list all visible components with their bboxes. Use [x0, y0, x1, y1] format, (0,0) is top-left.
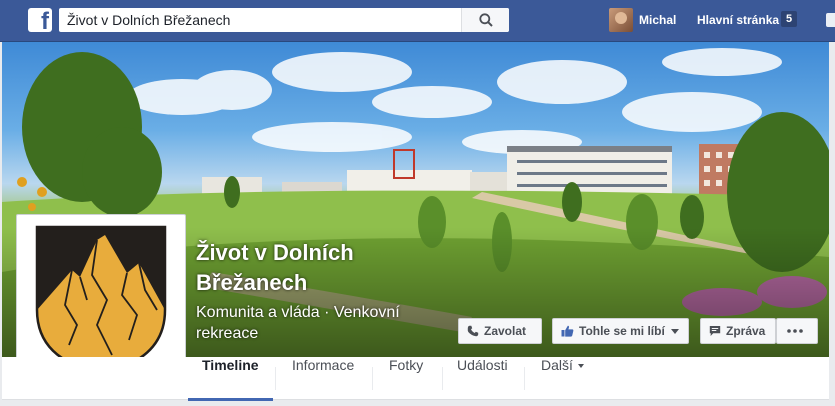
message-label: Zpráva — [726, 324, 766, 338]
tab-udalosti[interactable]: Události — [443, 357, 522, 400]
page-tab-bar: Timeline Informace Fotky Události Další — [2, 357, 829, 401]
tab-divider — [524, 367, 525, 390]
like-button[interactable]: Tohle se mi líbí — [552, 318, 689, 344]
topbar-edge-button[interactable] — [826, 13, 835, 27]
more-button[interactable] — [776, 318, 818, 344]
page-category[interactable]: Komunita a vláda · Venkovní rekreace — [196, 302, 436, 344]
search-icon — [479, 13, 493, 27]
tab-informace[interactable]: Informace — [278, 357, 368, 400]
search-button[interactable] — [461, 8, 509, 32]
search-box[interactable] — [59, 8, 509, 32]
like-label: Tohle se mi líbí — [579, 324, 665, 338]
call-button[interactable]: Zavolat — [458, 318, 542, 344]
tab-divider — [372, 367, 373, 390]
message-button[interactable]: Zpráva — [700, 318, 776, 344]
page-title[interactable]: Život v Dolních Břežanech — [196, 238, 426, 298]
facebook-logo-icon[interactable]: f — [28, 8, 52, 34]
top-navigation-bar: f Michal Hlavní stránka 5 — [0, 0, 835, 42]
message-icon — [709, 326, 721, 336]
chevron-down-icon — [670, 328, 679, 334]
tab-fotky[interactable]: Fotky — [375, 357, 437, 400]
call-label: Zavolat — [484, 324, 527, 338]
chevron-down-icon — [577, 364, 584, 369]
profile-link[interactable]: Michal — [609, 8, 676, 32]
home-count-badge: 5 — [781, 11, 798, 27]
profile-name: Michal — [639, 13, 677, 27]
tab-dalsi-label: Další — [541, 357, 573, 373]
more-dots-icon — [786, 329, 803, 333]
tab-divider — [275, 367, 276, 390]
thumbs-up-icon — [561, 325, 574, 337]
tab-dalsi[interactable]: Další — [527, 357, 598, 400]
avatar — [609, 8, 633, 32]
home-link[interactable]: Hlavní stránka — [697, 13, 779, 27]
phone-icon — [467, 325, 479, 337]
search-input[interactable] — [67, 11, 457, 29]
tab-timeline[interactable]: Timeline — [188, 357, 273, 401]
